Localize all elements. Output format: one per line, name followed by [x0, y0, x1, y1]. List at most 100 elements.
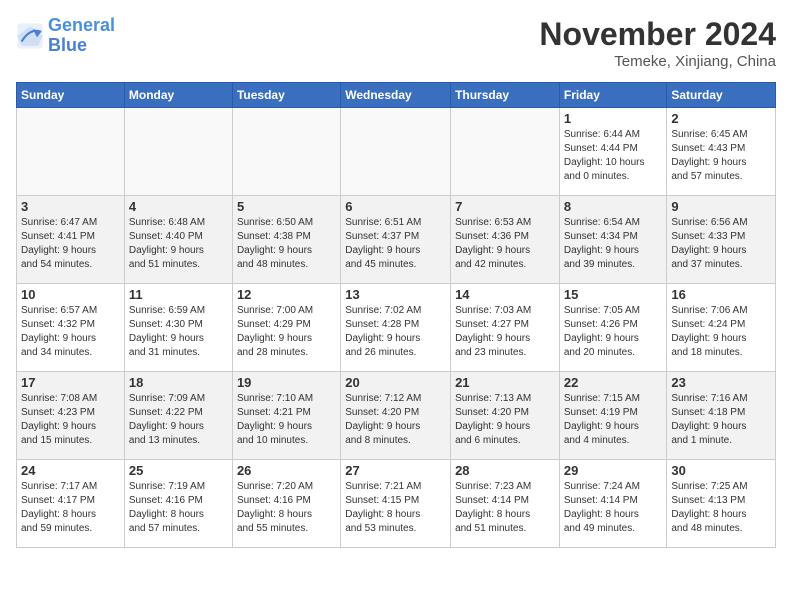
logo-icon — [16, 22, 44, 50]
day-number: 1 — [564, 111, 663, 126]
day-number: 20 — [345, 375, 446, 390]
month-title: November 2024 — [539, 16, 776, 53]
day-info: Sunrise: 7:03 AM Sunset: 4:27 PM Dayligh… — [455, 304, 555, 360]
day-number: 15 — [564, 287, 663, 302]
day-number: 6 — [345, 199, 446, 214]
day-info: Sunrise: 6:50 AM Sunset: 4:38 PM Dayligh… — [237, 216, 336, 272]
calendar-cell: 25Sunrise: 7:19 AM Sunset: 4:16 PM Dayli… — [124, 460, 232, 548]
calendar-week-row: 17Sunrise: 7:08 AM Sunset: 4:23 PM Dayli… — [17, 372, 776, 460]
weekday-header: Saturday — [667, 83, 776, 108]
day-info: Sunrise: 6:45 AM Sunset: 4:43 PM Dayligh… — [671, 128, 771, 184]
day-number: 28 — [455, 463, 555, 478]
header: General Blue November 2024 Temeke, Xinji… — [16, 16, 776, 70]
day-number: 26 — [237, 463, 336, 478]
calendar-cell: 5 Sunrise: 6:50 AM Sunset: 4:38 PM Daylig… — [232, 196, 340, 284]
calendar-cell — [232, 108, 340, 196]
page: General Blue November 2024 Temeke, Xinji… — [0, 0, 792, 612]
calendar-cell: 9 Sunrise: 6:56 AM Sunset: 4:33 PM Daylig… — [667, 196, 776, 284]
day-info: Sunrise: 7:24 AM Sunset: 4:14 PM Dayligh… — [564, 480, 663, 536]
calendar-cell: 23 Sunrise: 7:16 AM Sunset: 4:18 PM Dayli… — [667, 372, 776, 460]
day-number: 10 — [21, 287, 120, 302]
calendar-cell — [341, 108, 451, 196]
calendar-cell: 3Sunrise: 6:47 AM Sunset: 4:41 PM Daylig… — [17, 196, 125, 284]
calendar-cell: 2 Sunrise: 6:45 AM Sunset: 4:43 PM Daylig… — [667, 108, 776, 196]
day-number: 13 — [345, 287, 446, 302]
day-info: Sunrise: 6:54 AM Sunset: 4:34 PM Dayligh… — [564, 216, 663, 272]
day-number: 14 — [455, 287, 555, 302]
day-number: 29 — [564, 463, 663, 478]
day-number: 24 — [21, 463, 120, 478]
day-info: Sunrise: 7:06 AM Sunset: 4:24 PM Dayligh… — [671, 304, 771, 360]
day-info: Sunrise: 7:17 AM Sunset: 4:17 PM Dayligh… — [21, 480, 120, 536]
day-info: Sunrise: 7:00 AM Sunset: 4:29 PM Dayligh… — [237, 304, 336, 360]
day-info: Sunrise: 7:05 AM Sunset: 4:26 PM Dayligh… — [564, 304, 663, 360]
logo-line1: General — [48, 15, 115, 35]
weekday-header: Monday — [124, 83, 232, 108]
calendar-cell: 7 Sunrise: 6:53 AM Sunset: 4:36 PM Daylig… — [451, 196, 560, 284]
day-info: Sunrise: 6:57 AM Sunset: 4:32 PM Dayligh… — [21, 304, 120, 360]
logo-line2: Blue — [48, 35, 87, 55]
calendar: SundayMondayTuesdayWednesdayThursdayFrid… — [16, 82, 776, 548]
day-number: 4 — [129, 199, 228, 214]
calendar-cell: 13Sunrise: 7:02 AM Sunset: 4:28 PM Dayli… — [341, 284, 451, 372]
day-info: Sunrise: 6:56 AM Sunset: 4:33 PM Dayligh… — [671, 216, 771, 272]
day-number: 9 — [671, 199, 771, 214]
calendar-cell: 17Sunrise: 7:08 AM Sunset: 4:23 PM Dayli… — [17, 372, 125, 460]
calendar-cell: 1 Sunrise: 6:44 AM Sunset: 4:44 PM Daylig… — [559, 108, 667, 196]
day-info: Sunrise: 7:12 AM Sunset: 4:20 PM Dayligh… — [345, 392, 446, 448]
day-number: 7 — [455, 199, 555, 214]
day-info: Sunrise: 6:59 AM Sunset: 4:30 PM Dayligh… — [129, 304, 228, 360]
day-info: Sunrise: 7:21 AM Sunset: 4:15 PM Dayligh… — [345, 480, 446, 536]
day-info: Sunrise: 6:51 AM Sunset: 4:37 PM Dayligh… — [345, 216, 446, 272]
calendar-cell: 15 Sunrise: 7:05 AM Sunset: 4:26 PM Dayli… — [559, 284, 667, 372]
calendar-cell: 27Sunrise: 7:21 AM Sunset: 4:15 PM Dayli… — [341, 460, 451, 548]
weekday-header: Friday — [559, 83, 667, 108]
day-number: 21 — [455, 375, 555, 390]
day-info: Sunrise: 6:48 AM Sunset: 4:40 PM Dayligh… — [129, 216, 228, 272]
calendar-cell: 29 Sunrise: 7:24 AM Sunset: 4:14 PM Dayli… — [559, 460, 667, 548]
calendar-cell — [451, 108, 560, 196]
day-number: 12 — [237, 287, 336, 302]
title-block: November 2024 Temeke, Xinjiang, China — [539, 16, 776, 70]
calendar-cell: 16 Sunrise: 7:06 AM Sunset: 4:24 PM Dayli… — [667, 284, 776, 372]
day-info: Sunrise: 7:20 AM Sunset: 4:16 PM Dayligh… — [237, 480, 336, 536]
calendar-cell: 6 Sunrise: 6:51 AM Sunset: 4:37 PM Daylig… — [341, 196, 451, 284]
day-info: Sunrise: 7:25 AM Sunset: 4:13 PM Dayligh… — [671, 480, 771, 536]
weekday-header: Thursday — [451, 83, 560, 108]
day-number: 19 — [237, 375, 336, 390]
day-info: Sunrise: 7:08 AM Sunset: 4:23 PM Dayligh… — [21, 392, 120, 448]
calendar-week-row: 3Sunrise: 6:47 AM Sunset: 4:41 PM Daylig… — [17, 196, 776, 284]
location: Temeke, Xinjiang, China — [539, 53, 776, 70]
day-number: 23 — [671, 375, 771, 390]
logo-text: General Blue — [48, 16, 115, 56]
day-info: Sunrise: 7:10 AM Sunset: 4:21 PM Dayligh… — [237, 392, 336, 448]
calendar-cell: 14 Sunrise: 7:03 AM Sunset: 4:27 PM Dayli… — [451, 284, 560, 372]
day-info: Sunrise: 7:16 AM Sunset: 4:18 PM Dayligh… — [671, 392, 771, 448]
calendar-cell: 12 Sunrise: 7:00 AM Sunset: 4:29 PM Dayli… — [232, 284, 340, 372]
calendar-cell: 30 Sunrise: 7:25 AM Sunset: 4:13 PM Dayli… — [667, 460, 776, 548]
day-number: 5 — [237, 199, 336, 214]
day-info: Sunrise: 6:47 AM Sunset: 4:41 PM Dayligh… — [21, 216, 120, 272]
calendar-cell: 11Sunrise: 6:59 AM Sunset: 4:30 PM Dayli… — [124, 284, 232, 372]
calendar-week-row: 10 Sunrise: 6:57 AM Sunset: 4:32 PM Dayli… — [17, 284, 776, 372]
calendar-header-row: SundayMondayTuesdayWednesdayThursdayFrid… — [17, 83, 776, 108]
day-number: 2 — [671, 111, 771, 126]
day-info: Sunrise: 7:15 AM Sunset: 4:19 PM Dayligh… — [564, 392, 663, 448]
day-number: 30 — [671, 463, 771, 478]
calendar-cell: 8 Sunrise: 6:54 AM Sunset: 4:34 PM Daylig… — [559, 196, 667, 284]
calendar-cell: 4 Sunrise: 6:48 AM Sunset: 4:40 PM Daylig… — [124, 196, 232, 284]
day-info: Sunrise: 6:44 AM Sunset: 4:44 PM Dayligh… — [564, 128, 663, 184]
day-number: 8 — [564, 199, 663, 214]
weekday-header: Wednesday — [341, 83, 451, 108]
weekday-header: Sunday — [17, 83, 125, 108]
day-number: 16 — [671, 287, 771, 302]
day-info: Sunrise: 7:19 AM Sunset: 4:16 PM Dayligh… — [129, 480, 228, 536]
calendar-week-row: 1 Sunrise: 6:44 AM Sunset: 4:44 PM Daylig… — [17, 108, 776, 196]
calendar-cell: 22 Sunrise: 7:15 AM Sunset: 4:19 PM Dayli… — [559, 372, 667, 460]
day-number: 22 — [564, 375, 663, 390]
day-info: Sunrise: 7:09 AM Sunset: 4:22 PM Dayligh… — [129, 392, 228, 448]
calendar-cell — [124, 108, 232, 196]
day-info: Sunrise: 6:53 AM Sunset: 4:36 PM Dayligh… — [455, 216, 555, 272]
day-info: Sunrise: 7:13 AM Sunset: 4:20 PM Dayligh… — [455, 392, 555, 448]
logo: General Blue — [16, 16, 115, 56]
